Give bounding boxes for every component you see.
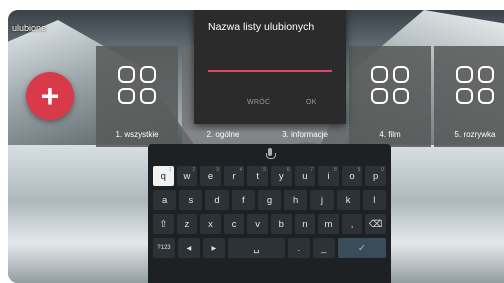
key-s[interactable]: s <box>179 190 203 210</box>
keyboard-row-2: a s d f g h j k l <box>148 190 391 210</box>
cursor-right-icon[interactable]: ▶ <box>202 238 225 258</box>
tile-entertainment[interactable]: 5. rozrywka <box>434 46 504 147</box>
key-a[interactable]: a <box>153 190 177 210</box>
key-z[interactable]: z <box>176 214 198 234</box>
key-u[interactable]: u7 <box>294 166 316 186</box>
cursor-left-icon[interactable]: ◀ <box>177 238 200 258</box>
key-y[interactable]: y6 <box>270 166 292 186</box>
tile-label: 4. film <box>379 130 401 139</box>
favorites-title: ulubione <box>12 23 47 33</box>
key-r[interactable]: r4 <box>223 166 245 186</box>
key-m[interactable]: m <box>318 214 339 234</box>
key-t[interactable]: t5 <box>247 166 268 186</box>
list-name-input[interactable] <box>208 48 332 62</box>
tile-label: 5. rozrywka <box>454 130 496 139</box>
key-comma[interactable]: , <box>341 214 363 234</box>
key-b[interactable]: b <box>270 214 292 234</box>
key-k[interactable]: k <box>336 190 360 210</box>
keyboard-row-1: q1 w2 e3 r4 t5 y6 u7 i8 o9 p0 <box>148 166 391 186</box>
enter-check-icon[interactable]: ✓ <box>337 238 386 258</box>
symbols-key[interactable]: ?123 <box>153 238 175 258</box>
key-v[interactable]: v <box>247 214 268 234</box>
key-x[interactable]: x <box>200 214 221 234</box>
keyboard-row-3: ⇧ z x c v b n m , ⌫ <box>148 214 391 234</box>
keyboard-row-4: ?123 ◀ ▶ ␣ . _ ✓ <box>148 238 391 258</box>
key-j[interactable]: j <box>310 190 334 210</box>
key-c[interactable]: c <box>223 214 245 234</box>
shift-icon[interactable]: ⇧ <box>153 214 174 234</box>
key-h[interactable]: h <box>284 190 308 210</box>
dialog-title: Nazwa listy ulubionych <box>208 21 315 33</box>
key-p[interactable]: p0 <box>365 166 386 186</box>
key-o[interactable]: o9 <box>341 166 363 186</box>
space-key[interactable]: ␣ <box>227 238 285 258</box>
key-w[interactable]: w2 <box>176 166 198 186</box>
grid-icon <box>371 66 409 104</box>
key-period[interactable]: . <box>287 238 310 258</box>
key-i[interactable]: i8 <box>318 166 339 186</box>
plus-icon: + <box>40 78 60 114</box>
grid-icon <box>456 66 494 104</box>
add-list-button[interactable]: + <box>26 72 74 120</box>
tile-label: 3. informacje <box>282 130 328 139</box>
back-button[interactable]: WRÓĆ <box>247 99 270 106</box>
on-screen-keyboard: q1 w2 e3 r4 t5 y6 u7 i8 o9 p0 a s d f g … <box>148 144 391 283</box>
key-n[interactable]: n <box>294 214 316 234</box>
microphone-icon[interactable] <box>265 148 276 162</box>
key-d[interactable]: d <box>205 190 229 210</box>
input-underline <box>208 70 332 72</box>
tile-label: 2. ogólne <box>206 130 240 139</box>
grid-icon <box>118 66 156 104</box>
tile-all[interactable]: 1. wszystkie <box>96 46 178 147</box>
key-e[interactable]: e3 <box>200 166 221 186</box>
keyboard-top-bar <box>148 144 391 166</box>
key-g[interactable]: g <box>257 190 282 210</box>
ok-button[interactable]: OK <box>306 99 317 106</box>
key-q[interactable]: q1 <box>153 166 174 186</box>
tv-screen: ulubione + 1. wszystkie 2. ogólne 3. inf… <box>8 10 504 283</box>
key-f[interactable]: f <box>231 190 255 210</box>
key-underscore[interactable]: _ <box>312 238 335 258</box>
key-l[interactable]: l <box>362 190 386 210</box>
list-name-dialog: Nazwa listy ulubionych WRÓĆ OK <box>194 10 346 124</box>
tile-label: 1. wszystkie <box>115 130 159 139</box>
tile-film[interactable]: 4. film <box>349 46 431 147</box>
backspace-icon[interactable]: ⌫ <box>365 214 386 234</box>
